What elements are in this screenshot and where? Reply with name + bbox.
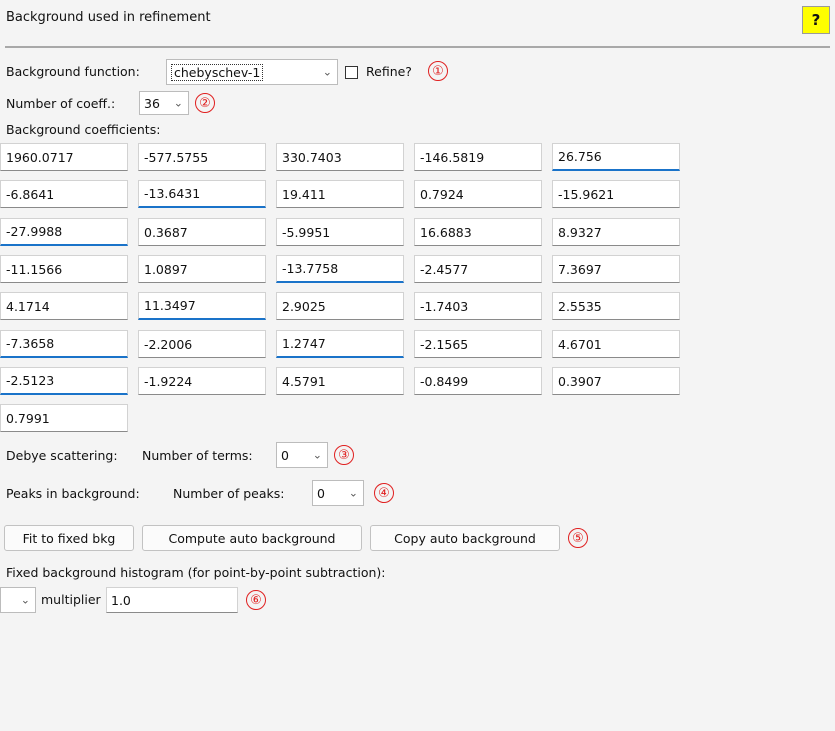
debye-terms-value: 0 xyxy=(281,447,289,463)
coef-field[interactable]: -27.9988 xyxy=(0,218,128,246)
coef-field[interactable]: -2.1565 xyxy=(414,330,542,358)
callout-badge-6: ⑥ xyxy=(246,590,266,610)
background-function-select[interactable]: chebyschev-1 ⌄ xyxy=(166,59,338,85)
coef-field[interactable]: 330.7403 xyxy=(276,143,404,171)
callout-badge-5: ⑤ xyxy=(568,528,588,548)
callout-badge-3: ③ xyxy=(334,445,354,465)
coef-field[interactable]: -2.5123 xyxy=(0,367,128,395)
coef-field[interactable]: -0.8499 xyxy=(414,367,542,395)
debye-terms-label: Number of terms: xyxy=(142,448,253,463)
coef-field[interactable]: 1.0897 xyxy=(138,255,266,283)
coef-field[interactable]: -146.5819 xyxy=(414,143,542,171)
coef-field[interactable]: -13.6431 xyxy=(138,180,266,208)
peaks-num-select[interactable]: 0 ⌄ xyxy=(312,480,364,506)
coef-field[interactable]: -7.3658 xyxy=(0,330,128,358)
refine-label: Refine? xyxy=(366,64,412,79)
coef-field[interactable]: 1960.0717 xyxy=(0,143,128,171)
peaks-label: Peaks in background: xyxy=(6,486,140,501)
coef-field[interactable]: -6.8641 xyxy=(0,180,128,208)
coef-field[interactable]: 11.3497 xyxy=(138,292,266,320)
compute-auto-background-button[interactable]: Compute auto background xyxy=(142,525,362,551)
coef-field[interactable]: 4.1714 xyxy=(0,292,128,320)
background-function-value: chebyschev-1 xyxy=(171,63,264,81)
coef-field[interactable]: -5.9951 xyxy=(276,218,404,246)
coef-field[interactable]: 2.9025 xyxy=(276,292,404,320)
coef-field[interactable]: 0.7991 xyxy=(0,404,128,432)
fit-to-fixed-bkg-button[interactable]: Fit to fixed bkg xyxy=(4,525,134,551)
coef-field[interactable]: 0.3907 xyxy=(552,367,680,395)
coef-field[interactable]: 4.5791 xyxy=(276,367,404,395)
coef-field[interactable]: -2.2006 xyxy=(138,330,266,358)
coef-field[interactable]: 4.6701 xyxy=(552,330,680,358)
refine-checkbox[interactable] xyxy=(345,66,358,79)
coef-field[interactable]: 1.2747 xyxy=(276,330,404,358)
help-button[interactable]: ? xyxy=(802,6,830,34)
coef-field[interactable]: -1.9224 xyxy=(138,367,266,395)
num-coeff-select[interactable]: 36 ⌄ xyxy=(139,91,189,115)
page-title: Background used in refinement xyxy=(6,10,211,25)
peaks-num-value: 0 xyxy=(317,485,325,501)
num-coeff-value: 36 xyxy=(144,95,160,111)
chevron-down-icon: ⌄ xyxy=(348,486,358,500)
multiplier-label: multiplier xyxy=(41,592,101,607)
chevron-down-icon: ⌄ xyxy=(322,65,332,79)
callout-badge-1: ① xyxy=(428,61,448,81)
callout-badge-2: ② xyxy=(195,93,215,113)
multiplier-input[interactable]: 1.0 xyxy=(106,587,238,613)
coef-field[interactable]: 2.5535 xyxy=(552,292,680,320)
num-coeff-label: Number of coeff.: xyxy=(6,96,116,111)
coef-field[interactable]: 19.411 xyxy=(276,180,404,208)
coefficients-label: Background coefficients: xyxy=(6,122,161,137)
header-divider xyxy=(5,46,830,48)
coef-field[interactable]: 7.3697 xyxy=(552,255,680,283)
coef-field[interactable]: -15.9621 xyxy=(552,180,680,208)
fixed-bkg-histogram-select[interactable]: ⌄ xyxy=(0,587,36,613)
coef-field[interactable]: 16.6883 xyxy=(414,218,542,246)
coef-field[interactable]: 8.9327 xyxy=(552,218,680,246)
coef-field[interactable]: 0.3687 xyxy=(138,218,266,246)
chevron-down-icon: ⌄ xyxy=(312,448,322,462)
coef-field[interactable]: -13.7758 xyxy=(276,255,404,283)
chevron-down-icon: ⌄ xyxy=(173,96,183,110)
fixed-bkg-label: Fixed background histogram (for point-by… xyxy=(6,565,386,580)
coef-field[interactable]: -11.1566 xyxy=(0,255,128,283)
coef-field[interactable]: -577.5755 xyxy=(138,143,266,171)
coef-field[interactable]: -2.4577 xyxy=(414,255,542,283)
debye-terms-select[interactable]: 0 ⌄ xyxy=(276,442,328,468)
chevron-down-icon: ⌄ xyxy=(20,593,30,607)
copy-auto-background-button[interactable]: Copy auto background xyxy=(370,525,560,551)
coef-field[interactable]: 0.7924 xyxy=(414,180,542,208)
background-function-label: Background function: xyxy=(6,64,140,79)
peaks-num-label: Number of peaks: xyxy=(173,486,285,501)
callout-badge-4: ④ xyxy=(374,483,394,503)
coef-field[interactable]: 26.756 xyxy=(552,143,680,171)
coef-field[interactable]: -1.7403 xyxy=(414,292,542,320)
debye-label: Debye scattering: xyxy=(6,448,118,463)
